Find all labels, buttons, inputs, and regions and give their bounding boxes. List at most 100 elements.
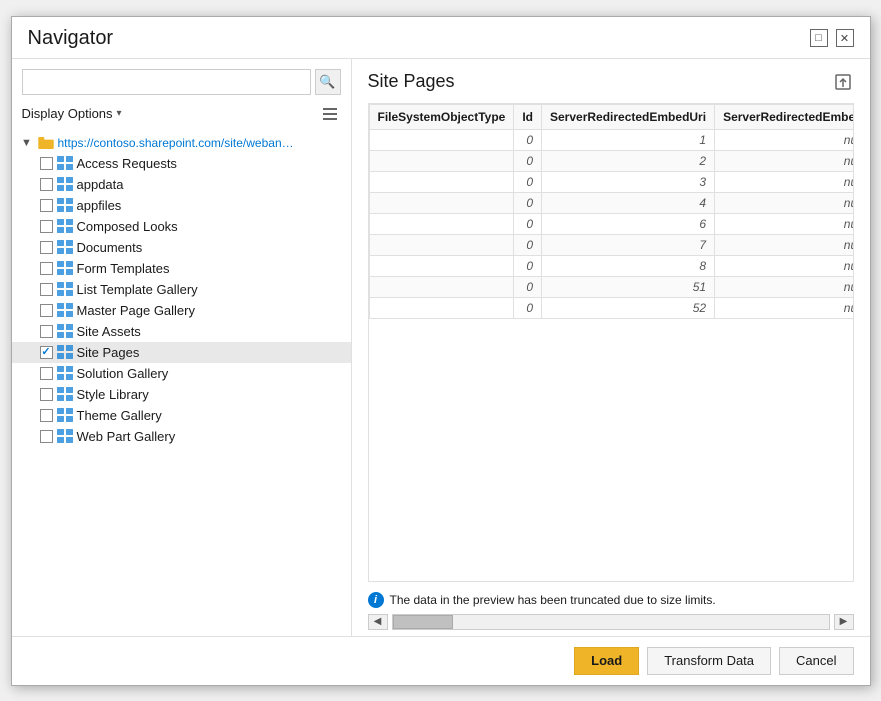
navigator-dialog: Navigator □ ✕ 🔍 Display Options ▾ [11,16,871,686]
item-label: appfiles [77,198,122,213]
tree-item[interactable]: Documents [12,237,351,258]
cell-filesystem [369,171,514,192]
scrollbar-row: ◀ ▶ [368,608,854,636]
item-checkbox[interactable] [40,388,53,401]
expand-icon: ▼ [20,136,34,150]
cell-server-uri: null [715,213,854,234]
tree-item[interactable]: appdata [12,174,351,195]
item-checkbox[interactable] [40,199,53,212]
info-icon: i [368,592,384,608]
cell-value1: 0 [514,129,542,150]
item-checkbox[interactable] [40,367,53,380]
right-panel-header: Site Pages [368,71,854,93]
item-checkbox[interactable] [40,430,53,443]
item-label: Style Library [77,387,149,402]
cell-id: 8 [542,255,715,276]
item-checkbox[interactable] [40,241,53,254]
search-button[interactable]: 🔍 [315,69,341,95]
cell-server-uri: null [715,129,854,150]
table-row: 08null [369,255,854,276]
truncation-text: The data in the preview has been truncat… [390,593,716,607]
minimize-button[interactable]: □ [810,29,828,47]
cell-id: 6 [542,213,715,234]
tree-item[interactable]: Composed Looks [12,216,351,237]
item-checkbox[interactable] [40,283,53,296]
item-checkbox[interactable] [40,220,53,233]
item-checkbox[interactable] [40,304,53,317]
cell-server-uri: null [715,192,854,213]
truncation-note: i The data in the preview has been trunc… [368,592,854,608]
item-label: Access Requests [77,156,177,171]
tree-item[interactable]: Web Part Gallery [12,426,351,447]
tree-item[interactable]: Theme Gallery [12,405,351,426]
tree-item[interactable]: Master Page Gallery [12,300,351,321]
load-button[interactable]: Load [574,647,639,675]
cell-id: 4 [542,192,715,213]
cancel-button[interactable]: Cancel [779,647,853,675]
tree-area: ▼ https://contoso.sharepoint.com/site/we… [12,133,351,626]
right-panel-title: Site Pages [368,71,455,92]
tree-item[interactable]: Site Assets [12,321,351,342]
list-icon [57,366,73,380]
col-server-redirected-embed: ServerRedirectedEmbed [715,104,854,129]
cell-server-uri: null [715,234,854,255]
table-row: 07null [369,234,854,255]
list-icon [57,303,73,317]
scroll-thumb[interactable] [393,615,453,629]
cell-filesystem [369,192,514,213]
cell-value1: 0 [514,213,542,234]
tree-item[interactable]: Site Pages [12,342,351,363]
scroll-left-button[interactable]: ◀ [368,614,388,630]
folder-icon [38,137,54,149]
cell-id: 52 [542,297,715,318]
item-checkbox[interactable] [40,409,53,422]
tree-item[interactable]: Access Requests [12,153,351,174]
list-icon [57,324,73,338]
item-checkbox[interactable] [40,178,53,191]
item-checkbox[interactable] [40,157,53,170]
cell-value1: 0 [514,297,542,318]
scroll-right-button[interactable]: ▶ [834,614,854,630]
item-label: Composed Looks [77,219,178,234]
item-checkbox[interactable] [40,325,53,338]
list-icon [57,282,73,296]
tree-root-item[interactable]: ▼ https://contoso.sharepoint.com/site/we… [12,133,351,153]
search-input[interactable] [22,69,311,95]
cell-value1: 0 [514,192,542,213]
display-options-row: Display Options ▾ [12,103,351,133]
list-icon [57,408,73,422]
scroll-track[interactable] [392,614,830,630]
cell-server-uri: null [715,150,854,171]
item-checkbox[interactable] [40,262,53,275]
tree-item[interactable]: appfiles [12,195,351,216]
list-icon [57,345,73,359]
item-checkbox[interactable] [40,346,53,359]
item-label: List Template Gallery [77,282,198,297]
list-icon [57,261,73,275]
tree-action-button[interactable] [319,103,341,125]
data-table: FileSystemObjectType Id ServerRedirected… [369,104,854,319]
item-label: Site Assets [77,324,141,339]
close-button[interactable]: ✕ [836,29,854,47]
cell-id: 51 [542,276,715,297]
cell-value1: 0 [514,234,542,255]
panel-icon-button[interactable] [832,71,854,93]
cell-id: 2 [542,150,715,171]
tree-item[interactable]: List Template Gallery [12,279,351,300]
tree-item[interactable]: Style Library [12,384,351,405]
left-panel: 🔍 Display Options ▾ [12,59,352,636]
item-label: Documents [77,240,143,255]
export-icon [833,72,853,92]
title-bar: Navigator □ ✕ [12,17,870,58]
display-options-button[interactable]: Display Options ▾ [22,106,122,121]
cell-id: 7 [542,234,715,255]
window-controls: □ ✕ [810,29,854,47]
cell-filesystem [369,234,514,255]
root-url-label: https://contoso.sharepoint.com/site/weba… [58,136,298,150]
table-body: 01null02null03null04null06null07null08nu… [369,129,854,318]
cell-server-uri: null [715,171,854,192]
tree-item[interactable]: Solution Gallery [12,363,351,384]
list-icon [57,387,73,401]
transform-data-button[interactable]: Transform Data [647,647,771,675]
tree-item[interactable]: Form Templates [12,258,351,279]
